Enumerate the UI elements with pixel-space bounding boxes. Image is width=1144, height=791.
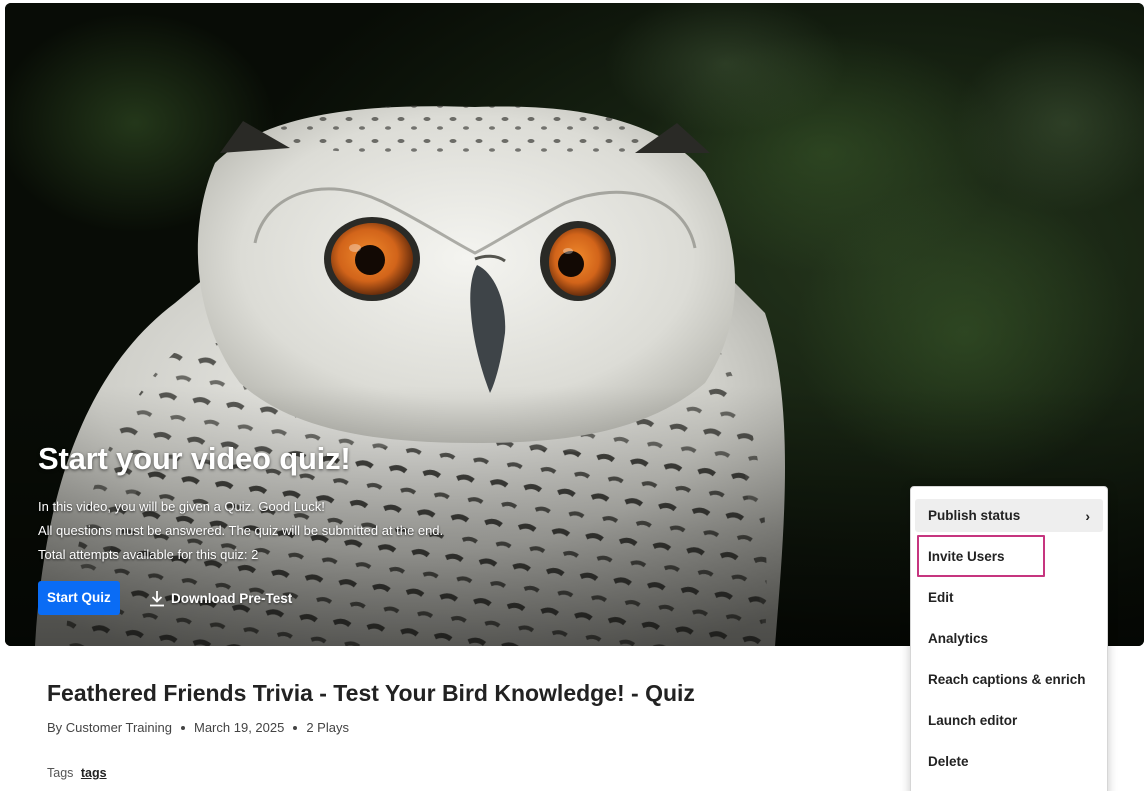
download-pre-test-label: Download Pre-Test: [171, 590, 293, 606]
chevron-right-icon: ›: [1085, 507, 1090, 524]
menu-item-analytics[interactable]: Analytics: [915, 622, 1103, 655]
menu-item-invite-users[interactable]: Invite Users: [915, 535, 1103, 577]
menu-item-label: Invite Users: [928, 549, 1005, 564]
download-pre-test-button[interactable]: Download Pre-Test: [143, 581, 298, 615]
quiz-attempts-text: Total attempts available for this quiz: …: [38, 547, 259, 562]
menu-item-reach-captions-enrich[interactable]: Reach captions & enrich: [915, 663, 1103, 696]
menu-item-label: Reach captions & enrich: [928, 672, 1086, 687]
menu-item-label: Edit: [928, 590, 954, 605]
menu-item-label: Publish status: [928, 508, 1021, 523]
entry-title: Feathered Friends Trivia - Test Your Bir…: [47, 680, 695, 706]
quiz-rules-text: All questions must be answered. The quiz…: [38, 523, 444, 538]
actions-dropdown-menu: Publish status › Invite Users Edit Analy…: [910, 486, 1108, 791]
menu-item-launch-editor[interactable]: Launch editor: [915, 704, 1103, 737]
entry-metadata: By Customer Training March 19, 2025 2 Pl…: [47, 720, 349, 735]
separator-dot: [293, 725, 298, 730]
menu-item-label: Analytics: [928, 631, 989, 646]
tag-link[interactable]: tags: [81, 766, 107, 780]
menu-item-delete[interactable]: Delete: [915, 745, 1103, 778]
entry-author: By Customer Training: [47, 720, 172, 735]
tags-label: Tags: [47, 766, 74, 780]
download-icon: [149, 590, 165, 607]
entry-date: March 19, 2025: [194, 720, 285, 735]
entry-plays: 2 Plays: [306, 720, 349, 735]
menu-item-publish-status[interactable]: Publish status ›: [915, 499, 1103, 532]
menu-item-label: Delete: [928, 754, 969, 769]
media-entry-page: Start your video quiz! In this video, yo…: [0, 0, 1144, 791]
quiz-start-title: Start your video quiz!: [38, 441, 351, 476]
entry-tags: Tags tags: [47, 766, 107, 780]
quiz-intro-text: In this video, you will be given a Quiz.…: [38, 499, 325, 514]
start-quiz-button[interactable]: Start Quiz: [38, 581, 120, 615]
menu-item-edit[interactable]: Edit: [915, 581, 1103, 614]
separator-dot: [181, 725, 185, 730]
menu-item-label: Launch editor: [928, 713, 1018, 728]
